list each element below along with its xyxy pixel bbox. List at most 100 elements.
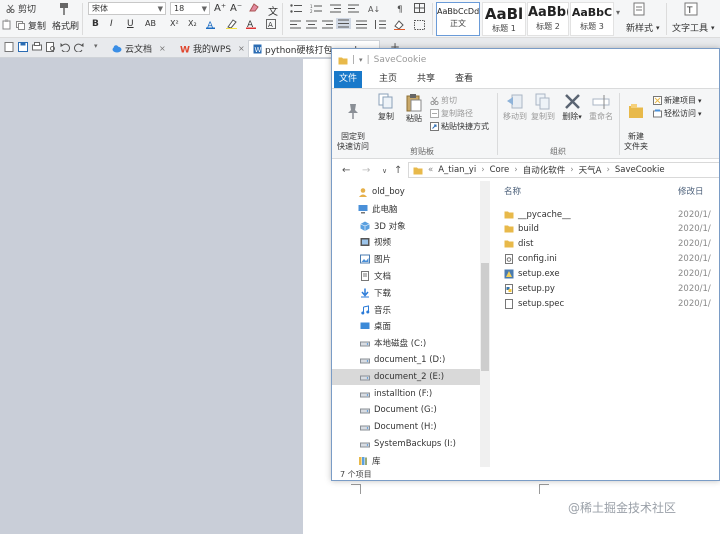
breadcrumb-item[interactable]: 自动化软件 [523,164,566,176]
column-header-modified[interactable]: 修改日 [678,185,704,197]
save-icon[interactable] [18,42,28,52]
nav-item[interactable]: installtion (F:) [332,386,480,402]
wps-format-painter-button[interactable]: 格式刷 [52,19,79,32]
paste-button[interactable]: 粘贴 [400,93,428,124]
breadcrumb-overflow-icon[interactable]: « [428,165,433,175]
nav-item[interactable]: Document (H:) [332,419,480,435]
file-row[interactable]: setup.exe 2020/1/ [504,267,719,282]
style-normal[interactable]: AaBbCcDd 正文 [436,2,480,36]
text-tools-icon[interactable]: T [684,2,698,16]
explorer-title-bar[interactable]: | ▾ | SaveCookie [332,49,719,71]
nav-item[interactable]: 图片 [332,251,480,267]
highlight-icon[interactable] [226,19,238,29]
nav-item[interactable]: old_boy [332,184,480,200]
bold-button[interactable]: B [92,19,99,29]
phonetic-button[interactable]: 文 [268,3,278,18]
nav-item[interactable]: 此电脑 [332,201,480,217]
cut-button[interactable]: 剪切 [430,95,457,106]
table-icon[interactable] [414,3,425,13]
shrink-font-button[interactable]: A⁻ [230,3,242,14]
scrollbar-thumb[interactable] [481,263,489,371]
chevron-down-icon[interactable]: ∨ [382,167,387,175]
breadcrumb-item[interactable]: 天气A [579,164,602,176]
font-color-icon[interactable]: A [246,19,258,29]
subscript-button[interactable]: X₂ [188,19,197,28]
menu-share[interactable]: 共享 [412,71,440,88]
file-row[interactable]: setup.py 2020/1/ [504,282,719,297]
file-row[interactable]: __pycache__ 2020/1/ [504,207,719,222]
nav-item[interactable]: 视频 [332,234,480,250]
new-item-button[interactable]: 新建项目 ▾ [653,95,702,106]
nav-item[interactable]: 文档 [332,268,480,284]
redo-icon[interactable] [74,42,84,52]
copy-to-button[interactable]: 复制到 [528,93,558,122]
text-tools-button[interactable]: 文字工具 ▾ [672,21,715,35]
styles-more-icon[interactable]: ▾ [616,8,620,17]
breadcrumb-item[interactable]: A_tian_yi [438,165,476,175]
text-effect-icon[interactable]: A [206,19,218,29]
nav-item[interactable]: document_1 (D:) [332,352,480,368]
increase-indent-icon[interactable] [348,4,359,13]
file-icon[interactable] [4,42,14,52]
style-heading-1[interactable]: AaBl 标题 1 [482,2,526,36]
font-family-select[interactable]: 宋体 ▼ [88,2,166,15]
breadcrumb-item[interactable]: Core [490,165,510,175]
forward-arrow-icon[interactable]: → [362,165,370,176]
nav-item[interactable]: SystemBackups (I:) [332,436,480,452]
paste-shortcut-button[interactable]: 粘贴快捷方式 [430,121,489,132]
shading-icon[interactable] [394,20,406,30]
style-heading-3[interactable]: AaBbC 标题 3 [570,2,614,36]
new-folder-button[interactable]: 新建 文件夹 [621,93,651,152]
column-header-name[interactable]: 名称 [504,185,521,197]
new-style-button[interactable]: 新样式 ▾ [626,21,660,35]
bullet-list-icon[interactable] [290,4,303,13]
wps-cut-button[interactable]: 剪切 [6,2,36,15]
easy-access-button[interactable]: 轻松访问 ▾ [653,108,702,119]
superscript-button[interactable]: X² [170,19,179,28]
justify-icon[interactable] [336,18,351,29]
file-row[interactable]: setup.spec 2020/1/ [504,296,719,311]
nav-item[interactable]: 3D 对象 [332,218,480,234]
italic-button[interactable]: I [110,19,113,29]
nav-pane-scrollbar[interactable] [480,181,490,469]
print-icon[interactable] [32,42,42,52]
new-style-icon[interactable] [632,2,646,16]
line-spacing-icon[interactable] [374,20,386,29]
copy-path-button[interactable]: 复制路径 [430,108,473,119]
nav-item[interactable]: 本地磁盘 (C:) [332,335,480,351]
show-marks-icon[interactable]: ¶ [396,3,406,13]
wps-copy-button[interactable]: 复制 [16,19,46,32]
numbered-list-icon[interactable]: 12 [310,4,323,13]
distributed-icon[interactable] [356,20,367,29]
file-row[interactable]: build 2020/1/ [504,222,719,237]
menu-view[interactable]: 查看 [450,71,478,88]
file-row[interactable]: config.ini 2020/1/ [504,252,719,267]
up-arrow-icon[interactable]: ↑ [394,165,402,176]
nav-item[interactable]: 桌面 [332,318,480,334]
close-icon[interactable]: × [159,44,166,53]
address-bar[interactable]: « A_tian_yi › Core › 自动化软件 › 天气A › SaveC… [408,162,719,178]
chevron-down-icon[interactable]: ▾ [94,42,98,50]
pin-quick-access-button[interactable]: 固定到 快速访问 [334,93,372,152]
menu-file[interactable]: 文件 [334,71,362,88]
nav-item[interactable]: 音乐 [332,302,480,318]
tab-cloud-docs[interactable]: 云文档 × [108,40,170,57]
grow-font-button[interactable]: A⁺ [214,3,226,14]
undo-icon[interactable] [60,42,70,52]
border-icon[interactable] [414,20,425,30]
file-row[interactable]: dist 2020/1/ [504,237,719,252]
style-heading-2[interactable]: AaBb( 标题 2 [527,2,569,36]
char-border-icon[interactable]: A [266,19,276,29]
back-arrow-icon[interactable]: ← [342,165,350,176]
decrease-indent-icon[interactable] [330,4,341,13]
nav-item[interactable]: document_2 (E:) [332,368,480,385]
move-to-button[interactable]: 移动到 [500,93,530,122]
tab-my-wps[interactable]: W 我的WPS × [176,40,249,57]
breadcrumb-item[interactable]: SaveCookie [615,165,665,175]
strike-button[interactable]: AB [145,19,156,28]
wps-paste-icon[interactable] [2,19,11,30]
align-right-icon[interactable] [322,20,333,29]
copy-button[interactable]: 复制 [372,93,400,122]
nav-item[interactable]: Document (G:) [332,402,480,418]
print-preview-icon[interactable] [46,42,56,52]
